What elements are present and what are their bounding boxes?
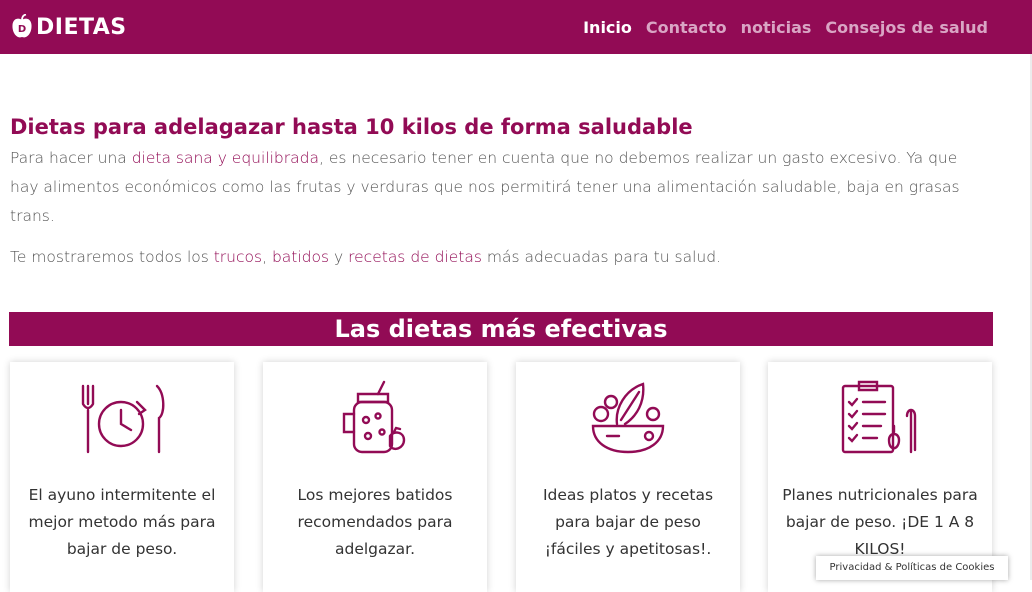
apple-logo-icon: D — [12, 14, 32, 38]
salad-bowl-icon — [591, 382, 665, 454]
intro-section: Dietas para adelagazar hasta 10 kilos de… — [10, 110, 985, 272]
tips-text-start: Te mostraremos todos los — [10, 248, 214, 266]
diet-cards: El ayuno intermitente el mejor metodo má… — [10, 362, 1032, 592]
main-menu: Inicio Contacto noticias Consejos de sal… — [583, 0, 988, 54]
link-dieta-sana[interactable]: dieta sana y equilibrada — [132, 149, 319, 167]
clock-cutlery-icon — [81, 384, 165, 454]
brand-name: DIETAS — [36, 14, 127, 40]
page-title: Dietas para adelagazar hasta 10 kilos de… — [10, 115, 693, 139]
card-text: Ideas platos y recetas para bajar de pes… — [542, 486, 714, 558]
brand-logo[interactable]: D DIETAS — [10, 10, 127, 44]
link-trucos[interactable]: trucos — [214, 248, 262, 266]
nav-link-consejos-de-salud[interactable]: Consejos de salud — [825, 18, 988, 37]
intro-text-start: Para hacer una — [10, 149, 132, 167]
card-text: Los mejores batidos recomendados para ad… — [297, 486, 453, 558]
nav-link-inicio[interactable]: Inicio — [583, 18, 632, 37]
card-text: El ayuno intermitente el mejor metodo má… — [28, 486, 216, 558]
link-recetas-de-dietas[interactable]: recetas de dietas — [348, 248, 482, 266]
card-batidos[interactable]: Los mejores batidos recomendados para ad… — [263, 362, 487, 592]
cookie-policy-button[interactable]: Privacidad & Políticas de Cookies — [816, 556, 1008, 580]
top-navbar: D DIETAS Inicio Contacto noticias Consej… — [0, 0, 1032, 54]
intro-paragraph: Para hacer una dieta sana y equilibrada,… — [10, 144, 985, 231]
smoothie-jar-icon — [342, 380, 406, 454]
nav-link-noticias[interactable]: noticias — [741, 18, 812, 37]
card-text: Planes nutricionales para bajar de peso.… — [782, 486, 978, 558]
card-ayuno-intermitente[interactable]: El ayuno intermitente el mejor metodo má… — [10, 362, 234, 592]
nutrition-plan-icon — [841, 380, 917, 454]
tips-text-end: más adecuadas para tu salud. — [481, 248, 721, 266]
tips-paragraph: Te mostraremos todos los trucos, batidos… — [10, 243, 985, 272]
card-platos-recetas[interactable]: Ideas platos y recetas para bajar de pes… — [516, 362, 740, 592]
svg-text:D: D — [18, 24, 26, 35]
tips-separator-1: , — [262, 248, 272, 266]
link-batidos[interactable]: batidos — [272, 248, 329, 266]
section-heading-banner: Las dietas más efectivas — [9, 312, 993, 346]
nav-link-contacto[interactable]: Contacto — [646, 18, 727, 37]
tips-separator-2: y — [329, 248, 349, 266]
